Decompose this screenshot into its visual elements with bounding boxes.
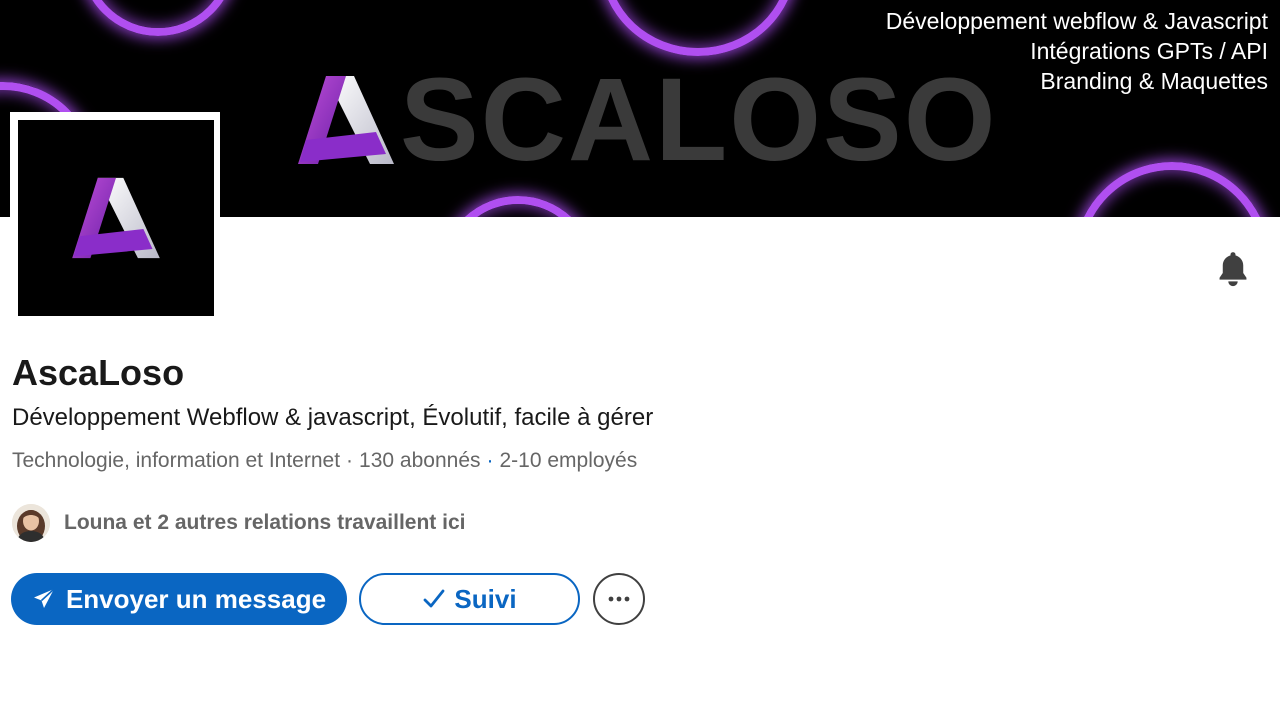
followers-count[interactable]: 130 abonnés xyxy=(359,449,480,473)
separator-dot: · xyxy=(486,449,494,472)
bell-icon xyxy=(1219,252,1247,287)
ascaloso-logo-icon xyxy=(72,177,160,259)
neon-ring-decoration xyxy=(600,0,796,56)
company-industry: Technologie, information et Internet xyxy=(12,449,341,472)
more-actions-button[interactable] xyxy=(593,573,645,625)
neon-ring-decoration xyxy=(440,196,596,217)
more-icon xyxy=(608,596,630,602)
company-meta: Technologie, information et Internet · 1… xyxy=(12,449,637,473)
banner-tagline-line: Branding & Maquettes xyxy=(1040,68,1268,94)
separator-dot: · xyxy=(346,449,354,472)
company-logo-frame xyxy=(18,120,214,316)
person-photo xyxy=(12,504,50,542)
banner-tagline-line: Intégrations GPTs / API xyxy=(1030,38,1268,64)
notification-bell-button[interactable] xyxy=(1212,248,1254,290)
relations-row[interactable]: Louna et 2 autres relations travaillent … xyxy=(12,504,465,542)
banner-tagline-line: Développement webflow & Javascript xyxy=(885,8,1268,34)
ascaloso-logo-icon xyxy=(298,76,394,164)
follow-label: Suivi xyxy=(454,583,517,614)
follow-button[interactable]: Suivi xyxy=(359,573,580,625)
check-icon xyxy=(422,587,446,611)
relations-text: Louna et 2 autres relations travaillent … xyxy=(64,511,466,534)
company-logo[interactable] xyxy=(10,112,220,322)
page-title: AscaLoso xyxy=(12,352,185,393)
banner-tagline: Développement webflow & Javascript Intég… xyxy=(886,6,1268,96)
neon-ring-decoration xyxy=(1074,162,1270,217)
neon-ring-decoration xyxy=(80,0,236,36)
send-icon xyxy=(32,587,56,611)
company-tagline: Développement Webflow & javascript, Évol… xyxy=(12,404,654,431)
send-message-button[interactable]: Envoyer un message xyxy=(11,573,347,625)
send-message-label: Envoyer un message xyxy=(65,583,327,614)
employees-count-link[interactable]: 2-10 employés xyxy=(500,449,638,473)
avatar[interactable] xyxy=(12,504,50,542)
